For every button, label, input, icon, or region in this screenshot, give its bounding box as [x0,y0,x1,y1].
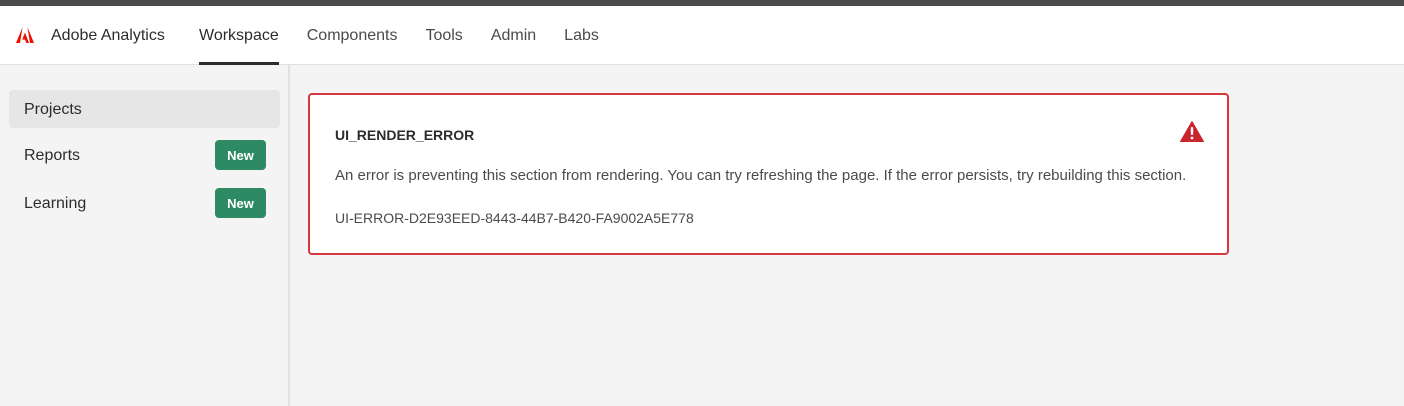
sidebar-item-learning[interactable]: Learning New [9,184,280,222]
new-badge: New [215,188,266,218]
error-card: UI_RENDER_ERROR An error is preventing t… [308,93,1229,255]
tab-tools[interactable]: Tools [425,6,462,65]
sidebar-item-label: Projects [24,101,82,118]
sidebar-item-projects[interactable]: Projects [9,90,280,128]
tab-workspace[interactable]: Workspace [199,6,279,65]
tab-admin[interactable]: Admin [491,6,536,65]
sidebar-item-label: Learning [24,195,87,212]
sidebar-item-reports[interactable]: Reports New [9,136,280,174]
main-nav: Workspace Components Tools Admin Labs [199,6,627,65]
tab-labs[interactable]: Labs [564,6,599,65]
app-header: Adobe Analytics Workspace Components Too… [0,6,1404,65]
alert-triangle-icon [1180,121,1204,142]
adobe-logo-icon[interactable] [16,27,34,43]
new-badge: New [215,140,266,170]
error-code: UI-ERROR-D2E93EED-8443-44B7-B420-FA9002A… [335,210,694,226]
sidebar-item-label: Reports [24,147,81,164]
app-name[interactable]: Adobe Analytics [51,26,165,46]
error-message: An error is preventing this section from… [335,167,1187,184]
tab-components[interactable]: Components [307,6,398,65]
error-title: UI_RENDER_ERROR [335,127,475,143]
sidebar: Projects Reports New Learning New [0,65,290,406]
